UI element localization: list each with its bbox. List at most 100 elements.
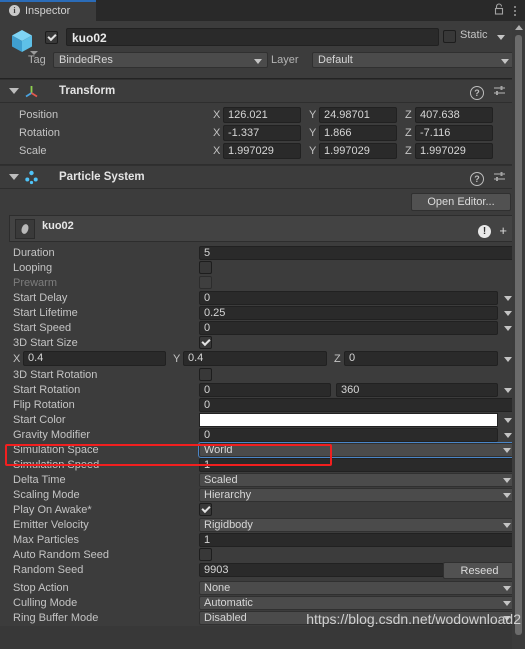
row-simulation-space: Simulation Space World (0, 442, 525, 458)
chevron-down-icon[interactable] (503, 493, 511, 498)
start-color-swatch[interactable] (199, 413, 498, 427)
start-size-y-input[interactable]: 0.4 (183, 351, 327, 366)
chevron-down-icon[interactable] (503, 601, 511, 606)
culling-mode-dropdown[interactable]: Automatic (199, 596, 516, 610)
start-speed-input[interactable]: 0 (199, 321, 498, 335)
static-dropdown-arrow[interactable] (497, 35, 505, 40)
three-d-start-size-checkbox[interactable] (199, 336, 212, 349)
three-d-start-rotation-checkbox[interactable] (199, 368, 212, 381)
looping-checkbox[interactable] (199, 261, 212, 274)
culling-mode-label: Culling Mode (13, 597, 78, 609)
chevron-down-icon (254, 59, 262, 64)
open-editor-button[interactable]: Open Editor... (411, 193, 511, 211)
particle-system-icon (24, 170, 39, 185)
start-color-label: Start Color (13, 414, 66, 426)
preset-sliders-icon[interactable] (493, 171, 506, 186)
vertical-scrollbar[interactable] (512, 21, 525, 649)
max-particles-input[interactable]: 1 (199, 533, 516, 547)
particle-system-foldout-arrow[interactable] (9, 174, 19, 180)
row-prewarm: Prewarm (0, 276, 525, 291)
tag-dropdown[interactable]: BindedRes (53, 52, 268, 68)
play-on-awake-checkbox[interactable] (199, 503, 212, 516)
scale-x-input[interactable]: 1.997029 (223, 143, 301, 159)
scroll-up-arrow-icon[interactable] (515, 25, 523, 30)
duration-input[interactable]: 5 (199, 246, 516, 260)
reseed-button[interactable]: Reseed (443, 562, 516, 579)
position-z-input[interactable]: 407.638 (415, 107, 493, 123)
chevron-down-icon[interactable] (504, 418, 512, 423)
rotation-y-input[interactable]: 1.866 (319, 125, 397, 141)
scaling-mode-dropdown[interactable]: Hierarchy (199, 488, 516, 502)
start-rotation-min-input[interactable]: 0 (199, 383, 331, 397)
chevron-down-icon[interactable] (503, 478, 511, 483)
row-culling-mode: Culling Mode Automatic (0, 596, 525, 611)
tab-inspector[interactable]: i Inspector (0, 0, 96, 21)
axis-y-label: Y (309, 145, 317, 157)
static-label: Static (460, 29, 488, 41)
axis-z-label: Z (405, 109, 412, 121)
row-start-delay: Start Delay 0 (0, 291, 525, 306)
stop-action-dropdown[interactable]: None (199, 581, 516, 595)
gravity-modifier-input[interactable]: 0 (199, 428, 498, 442)
position-x-input[interactable]: 126.021 (223, 107, 301, 123)
auto-random-seed-label: Auto Random Seed (13, 549, 110, 561)
kebab-menu-icon[interactable] (514, 5, 516, 16)
scrollbar-thumb[interactable] (515, 35, 522, 635)
rotation-x-input[interactable]: -1.337 (223, 125, 301, 141)
scale-z-input[interactable]: 1.997029 (415, 143, 493, 159)
tab-inspector-label: Inspector (25, 4, 71, 17)
preset-sliders-icon[interactable] (493, 85, 506, 100)
layer-dropdown[interactable]: Default (312, 52, 515, 68)
delta-time-dropdown[interactable]: Scaled (199, 473, 516, 487)
three-d-start-rotation-label: 3D Start Rotation (13, 369, 98, 381)
static-checkbox[interactable] (443, 30, 456, 43)
lock-open-icon[interactable] (494, 3, 505, 18)
auto-random-seed-checkbox[interactable] (199, 548, 212, 561)
start-delay-input[interactable]: 0 (199, 291, 498, 305)
chevron-down-icon[interactable] (504, 311, 512, 316)
chevron-down-icon[interactable] (503, 586, 511, 591)
stop-action-label: Stop Action (13, 582, 69, 594)
row-start-lifetime: Start Lifetime 0.25 (0, 306, 525, 321)
row-start-size-xyz: X 0.4 Y 0.4 Z 0 (0, 351, 525, 368)
play-on-awake-label: Play On Awake* (13, 504, 92, 516)
rotation-z-input[interactable]: -7.116 (415, 125, 493, 141)
gameobject-enabled-checkbox[interactable] (45, 31, 58, 44)
plus-icon[interactable]: + (499, 224, 507, 237)
selected-asset-name: kuo02 (42, 220, 74, 232)
info-icon: i (9, 5, 20, 16)
simulation-space-dropdown[interactable]: World (198, 442, 517, 458)
transform-foldout-arrow[interactable] (9, 88, 19, 94)
row-3d-start-rotation: 3D Start Rotation (0, 368, 525, 383)
particle-system-component-header[interactable]: Particle System ? (0, 165, 525, 189)
chevron-down-icon[interactable] (504, 388, 512, 393)
scale-y-input[interactable]: 1.997029 (319, 143, 397, 159)
chevron-down-icon[interactable] (503, 448, 511, 453)
emitter-velocity-dropdown[interactable]: Rigidbody (199, 518, 516, 532)
chevron-down-icon[interactable] (504, 296, 512, 301)
particle-system-selected-asset[interactable]: kuo02 ! + (9, 215, 516, 242)
chevron-down-icon[interactable] (503, 523, 511, 528)
position-y-input[interactable]: 24.98701 (319, 107, 397, 123)
random-seed-input[interactable]: 9903 (199, 563, 444, 577)
chevron-down-icon[interactable] (504, 433, 512, 438)
transform-component-header[interactable]: Transform ? (0, 79, 525, 103)
help-icon[interactable]: ? (470, 85, 484, 100)
start-rotation-max-input[interactable]: 360 (336, 383, 498, 397)
transform-title: Transform (59, 85, 116, 97)
transform-row-scale: Scale X 1.997029 Y 1.997029 Z 1.997029 (0, 142, 525, 160)
particle-system-title: Particle System (59, 171, 145, 183)
start-lifetime-input[interactable]: 0.25 (199, 306, 498, 320)
help-icon[interactable]: ? (470, 171, 484, 186)
chevron-down-icon[interactable] (504, 357, 512, 362)
row-scaling-mode: Scaling Mode Hierarchy (0, 488, 525, 503)
particle-properties-list: Duration 5 Looping Prewarm Start Delay 0… (0, 246, 525, 626)
simulation-speed-input[interactable]: 1 (199, 458, 516, 472)
start-size-z-input[interactable]: 0 (344, 351, 498, 366)
warning-icon[interactable]: ! (478, 225, 491, 238)
scaling-mode-label: Scaling Mode (13, 489, 80, 501)
start-size-x-input[interactable]: 0.4 (23, 351, 166, 366)
gameobject-name-input[interactable]: kuo02 (66, 28, 439, 46)
chevron-down-icon[interactable] (504, 326, 512, 331)
flip-rotation-input[interactable]: 0 (199, 398, 516, 412)
